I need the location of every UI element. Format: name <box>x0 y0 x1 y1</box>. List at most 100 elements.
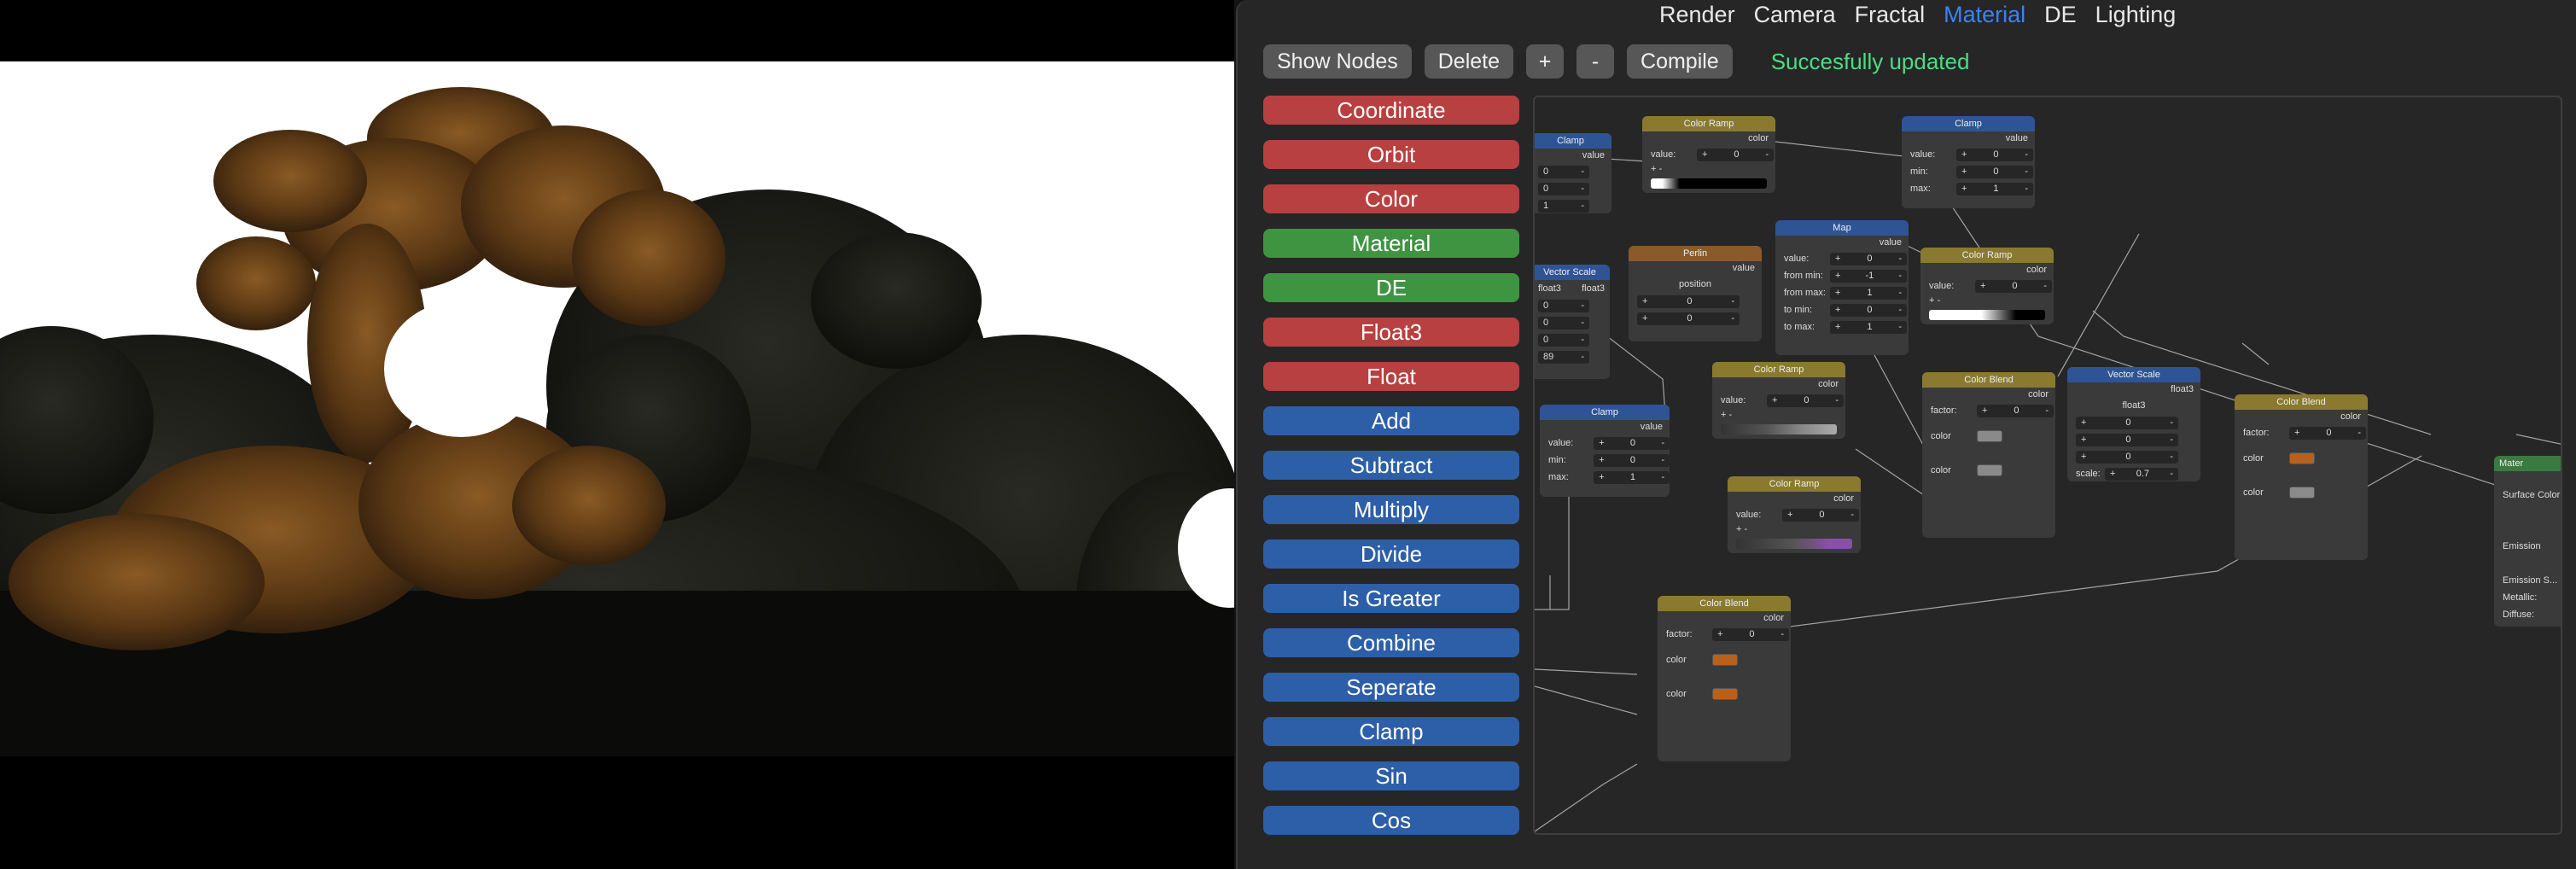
node-graph-canvas[interactable]: Clamp value 0- 0- 1- Color Ramp color va… <box>1533 96 2562 835</box>
y-field[interactable]: +0- <box>2076 433 2178 446</box>
ramp-remove-stop[interactable]: - <box>1745 524 1748 534</box>
palette-material-button[interactable]: Material <box>1263 229 1519 258</box>
node-color-ramp-b[interactable]: Color Ramp color value: +0- + - <box>1920 248 2054 324</box>
color-ramp-gradient[interactable] <box>1651 178 1767 189</box>
color-b-swatch[interactable] <box>2289 487 2315 499</box>
palette-orbit-button[interactable]: Orbit <box>1263 140 1519 169</box>
node-color-ramp-c[interactable]: Color Ramp color value: +0- + - <box>1712 362 1845 439</box>
factor-field[interactable]: +0- <box>1977 404 2054 417</box>
node-output-label: color <box>2028 389 2049 400</box>
palette-float3-button[interactable]: Float3 <box>1263 318 1519 347</box>
palette-multiply-button[interactable]: Multiply <box>1263 495 1519 524</box>
clamp-field-3[interactable]: 1- <box>1538 199 1589 213</box>
ramp-add-stop[interactable]: + <box>1721 410 1726 420</box>
ramp-remove-stop[interactable]: - <box>1938 295 1941 306</box>
z-field[interactable]: 0- <box>1538 333 1589 347</box>
to-min-field[interactable]: +0- <box>1830 303 1907 317</box>
max-field[interactable]: +1- <box>1956 182 2033 195</box>
palette-sin-button[interactable]: Sin <box>1263 761 1519 790</box>
factor-field[interactable]: +0- <box>1712 627 1789 641</box>
status-message: Succesfully updated <box>1770 49 1970 74</box>
x-field[interactable]: +0- <box>1637 295 1740 308</box>
palette-add-button[interactable]: Add <box>1263 406 1519 435</box>
node-material-output[interactable]: Mater Surface Color Emission Emission S.… <box>2494 456 2561 627</box>
ramp-add-stop[interactable]: + <box>1736 524 1741 534</box>
palette-subtract-button[interactable]: Subtract <box>1263 451 1519 480</box>
tab-render[interactable]: Render <box>1659 0 1735 29</box>
from-min-field[interactable]: + -1- <box>1830 269 1907 283</box>
palette-float-button[interactable]: Float <box>1263 362 1519 391</box>
node-color-blend-b[interactable]: Color Blend color factor: +0- color color <box>2235 394 2368 560</box>
node-clamp-b[interactable]: Clamp value value: +0- min: +0- max: +1- <box>1902 116 2035 208</box>
node-output-label: float3 <box>2171 384 2194 394</box>
ramp-remove-stop[interactable]: - <box>1659 164 1663 174</box>
node-color-blend-c[interactable]: Color Blend color factor: +0- color color <box>1658 596 1791 761</box>
value-field[interactable]: +0- <box>1975 279 2052 293</box>
tab-camera[interactable]: Camera <box>1754 0 1836 29</box>
color-ramp-gradient[interactable] <box>1721 424 1837 434</box>
node-color-ramp-a[interactable]: Color Ramp color value: +0- + - <box>1642 116 1775 193</box>
palette-combine-button[interactable]: Combine <box>1263 628 1519 657</box>
palette-clamp-button[interactable]: Clamp <box>1263 717 1519 746</box>
zoom-out-button[interactable]: - <box>1576 44 1615 79</box>
render-viewport[interactable] <box>0 0 1234 869</box>
node-clamp-c[interactable]: Clamp value value: +0- min: +0- max: +1- <box>1540 405 1670 497</box>
tab-lighting[interactable]: Lighting <box>2095 0 2177 29</box>
scale-field[interactable]: +0.7- <box>2105 467 2178 481</box>
to-max-field[interactable]: +1- <box>1830 320 1907 334</box>
max-field[interactable]: +1- <box>1594 470 1670 484</box>
value-field[interactable]: +0- <box>1782 508 1859 522</box>
node-title: Clamp <box>1902 116 2035 131</box>
palette-de-button[interactable]: DE <box>1263 273 1519 302</box>
color-b-swatch[interactable] <box>1712 688 1738 700</box>
delete-button[interactable]: Delete <box>1424 44 1514 79</box>
x-field[interactable]: 0- <box>1538 299 1589 312</box>
tab-de[interactable]: DE <box>2044 0 2077 29</box>
value-field[interactable]: +0- <box>1594 436 1670 450</box>
z-field[interactable]: +0- <box>2076 450 2178 464</box>
palette-color-button[interactable]: Color <box>1263 184 1519 213</box>
clamp-field-2[interactable]: 0- <box>1538 182 1589 195</box>
color-a-swatch[interactable] <box>1977 430 2002 442</box>
ramp-remove-stop[interactable]: - <box>1729 410 1733 420</box>
node-map[interactable]: Map value value: +0- from min: + -1- from m… <box>1775 220 1909 355</box>
clamp-field-1[interactable]: 0- <box>1538 165 1589 178</box>
tab-fractal[interactable]: Fractal <box>1855 0 1926 29</box>
node-title: Perlin <box>1629 246 1762 261</box>
node-color-blend-a[interactable]: Color Blend color factor: +0- color color <box>1922 372 2055 538</box>
palette-is-greater-button[interactable]: Is Greater <box>1263 584 1519 613</box>
value-field[interactable]: +0- <box>1956 148 2033 161</box>
from-max-field[interactable]: +1- <box>1830 286 1907 300</box>
color-ramp-gradient[interactable] <box>1929 310 2045 320</box>
value-field[interactable]: +0- <box>1697 148 1774 161</box>
node-color-ramp-d[interactable]: Color Ramp color value: +0- + - <box>1728 476 1861 553</box>
color-a-swatch[interactable] <box>1712 654 1738 666</box>
palette-divide-button[interactable]: Divide <box>1263 539 1519 569</box>
x-field[interactable]: +0- <box>2076 416 2178 429</box>
node-perlin[interactable]: Perlin value position +0- +0- <box>1629 246 1762 341</box>
node-vector-scale-b[interactable]: Vector Scale float3 float3 +0- +0- +0- s… <box>2067 367 2200 481</box>
color-a-swatch[interactable] <box>2289 452 2315 464</box>
ramp-add-stop[interactable]: + <box>1651 164 1656 174</box>
y-field[interactable]: +0- <box>1637 312 1740 325</box>
palette-cos-button[interactable]: Cos <box>1263 806 1519 835</box>
show-nodes-button[interactable]: Show Nodes <box>1263 44 1412 79</box>
palette-seperate-button[interactable]: Seperate <box>1263 673 1519 702</box>
factor-field[interactable]: +0- <box>2289 426 2366 440</box>
y-field[interactable]: 0- <box>1538 316 1589 330</box>
tab-material[interactable]: Material <box>1944 0 2025 29</box>
ramp-add-stop[interactable]: + <box>1929 295 1934 306</box>
compile-button[interactable]: Compile <box>1627 44 1733 79</box>
palette-coordinate-button[interactable]: Coordinate <box>1263 96 1519 125</box>
node-vector-scale-a[interactable]: Vector Scale float3 float3 0- 0- 0- 89- <box>1535 265 1610 379</box>
scale-field[interactable]: 89- <box>1538 350 1589 364</box>
value-field[interactable]: +0- <box>1767 394 1844 407</box>
min-field[interactable]: +0- <box>1956 165 2033 178</box>
color-ramp-gradient[interactable] <box>1736 539 1852 549</box>
color-b-swatch[interactable] <box>1977 464 2002 476</box>
zoom-in-button[interactable]: + <box>1526 44 1565 79</box>
node-output-label: value <box>1732 263 1755 273</box>
min-field[interactable]: +0- <box>1594 453 1670 467</box>
node-clamp-a[interactable]: Clamp value 0- 0- 1- <box>1535 133 1611 213</box>
value-field[interactable]: +0- <box>1830 252 1907 265</box>
